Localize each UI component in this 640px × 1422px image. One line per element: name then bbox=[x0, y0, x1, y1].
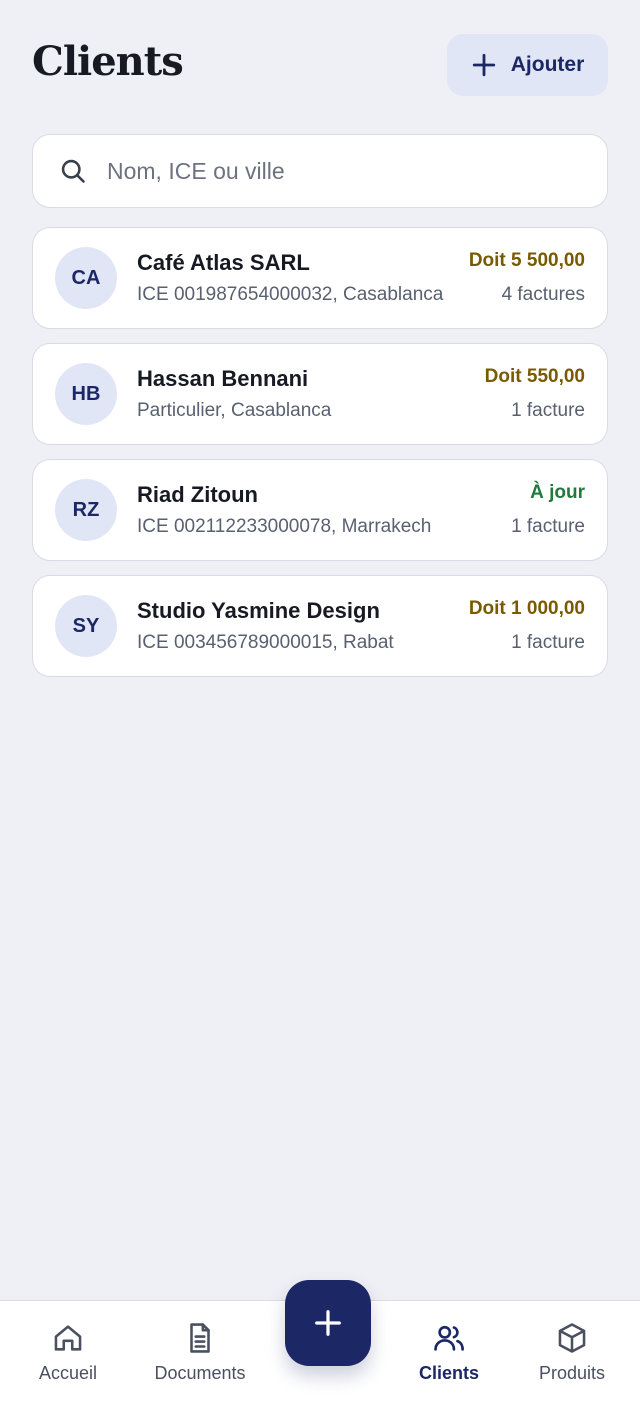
client-summary: Doit 5 500,00 4 factures bbox=[469, 250, 585, 306]
balance-status: À jour bbox=[530, 482, 585, 503]
nav-label: Documents bbox=[154, 1363, 246, 1383]
plus-icon bbox=[315, 1310, 341, 1336]
balance-status: Doit 550,00 bbox=[484, 366, 585, 387]
avatar: RZ bbox=[55, 479, 117, 541]
client-details: ICE 003456789000015, Rabat bbox=[137, 632, 394, 653]
balance-status: Doit 1 000,00 bbox=[468, 598, 585, 619]
nav-item-accueil[interactable]: Accueil bbox=[8, 1321, 128, 1384]
client-summary: Doit 550,00 1 facture bbox=[485, 366, 585, 422]
avatar: HB bbox=[55, 363, 117, 425]
nav-label: Produits bbox=[538, 1363, 606, 1383]
avatar: CA bbox=[55, 247, 117, 309]
create-button[interactable] bbox=[285, 1280, 371, 1366]
client-card[interactable]: RZ Riad Zitoun ICE 002112233000078, Marr… bbox=[32, 459, 608, 561]
client-details: ICE 001987654000032, Casablanca bbox=[137, 284, 444, 305]
box-icon bbox=[558, 1323, 586, 1353]
nav-item-produits[interactable]: Produits bbox=[512, 1321, 632, 1384]
page-header: Clients Ajouter bbox=[32, 34, 608, 96]
client-info: Riad Zitoun ICE 002112233000078, Marrake… bbox=[137, 482, 499, 538]
search-icon bbox=[61, 159, 85, 183]
invoice-count: 1 facture bbox=[511, 400, 585, 421]
nav-item-documents[interactable]: Documents bbox=[140, 1321, 260, 1384]
avatar: SY bbox=[55, 595, 117, 657]
client-details: Particulier, Casablanca bbox=[137, 400, 332, 421]
client-summary: Doit 1 000,00 1 facture bbox=[469, 598, 585, 654]
document-icon bbox=[190, 1323, 210, 1353]
client-summary: À jour 1 facture bbox=[511, 482, 585, 538]
client-details: ICE 002112233000078, Marrakech bbox=[137, 516, 432, 537]
search-input[interactable] bbox=[105, 156, 569, 186]
client-list: CA Café Atlas SARL ICE 001987654000032, … bbox=[32, 227, 608, 691]
client-card[interactable]: HB Hassan Bennani Particulier, Casablanc… bbox=[32, 343, 608, 445]
users-icon bbox=[434, 1325, 464, 1351]
client-card[interactable]: SY Studio Yasmine Design ICE 00345678900… bbox=[32, 575, 608, 677]
nav-item-clients[interactable]: Clients bbox=[389, 1321, 509, 1384]
client-info: Hassan Bennani Particulier, Casablanca bbox=[137, 366, 473, 422]
client-info: Studio Yasmine Design ICE 00345678900001… bbox=[137, 598, 457, 654]
search-bar bbox=[32, 134, 608, 208]
add-client-label: Ajouter bbox=[510, 53, 585, 76]
add-client-button[interactable]: Ajouter bbox=[447, 34, 608, 96]
client-info: Café Atlas SARL ICE 001987654000032, Cas… bbox=[137, 250, 457, 306]
nav-label: Accueil bbox=[38, 1363, 98, 1383]
invoice-count: 1 facture bbox=[511, 632, 585, 653]
nav-label: Clients bbox=[418, 1363, 479, 1383]
client-name: Café Atlas SARL bbox=[137, 250, 310, 275]
client-card[interactable]: CA Café Atlas SARL ICE 001987654000032, … bbox=[32, 227, 608, 329]
plus-icon bbox=[472, 53, 495, 77]
balance-status: Doit 5 500,00 bbox=[468, 250, 585, 271]
client-name: Riad Zitoun bbox=[137, 482, 258, 507]
home-icon bbox=[54, 1325, 82, 1351]
client-name: Studio Yasmine Design bbox=[137, 598, 380, 623]
page-title: Clients bbox=[32, 37, 184, 85]
invoice-count: 1 facture bbox=[511, 516, 585, 537]
client-name: Hassan Bennani bbox=[137, 366, 309, 391]
invoice-count: 4 factures bbox=[501, 284, 585, 305]
